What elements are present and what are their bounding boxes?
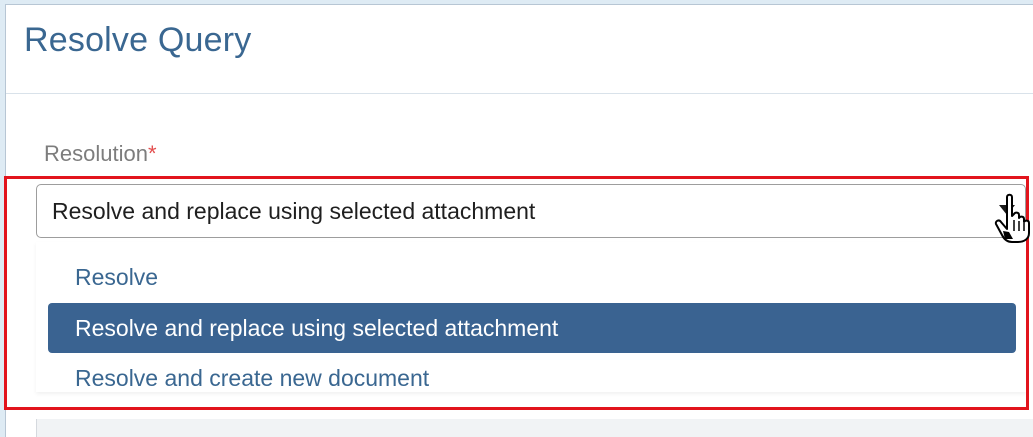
- resolution-options-list: Resolve Resolve and replace using select…: [36, 242, 1026, 392]
- option-resolve-and-replace[interactable]: Resolve and replace using selected attac…: [48, 303, 1016, 353]
- resolution-selected-value: Resolve and replace using selected attac…: [52, 198, 536, 224]
- title-divider: [6, 93, 1033, 94]
- below-panel: [36, 419, 1033, 437]
- resolution-label-text: Resolution: [44, 141, 148, 166]
- resolution-label: Resolution*: [44, 141, 157, 167]
- option-resolve-and-create-new-document[interactable]: Resolve and create new document: [48, 353, 1016, 403]
- option-resolve[interactable]: Resolve: [48, 252, 1016, 302]
- required-marker: *: [147, 141, 157, 166]
- resolution-select[interactable]: Resolve and replace using selected attac…: [36, 184, 1026, 238]
- hand-pointer-icon: [994, 193, 1030, 243]
- dialog-title: Resolve Query: [24, 21, 252, 59]
